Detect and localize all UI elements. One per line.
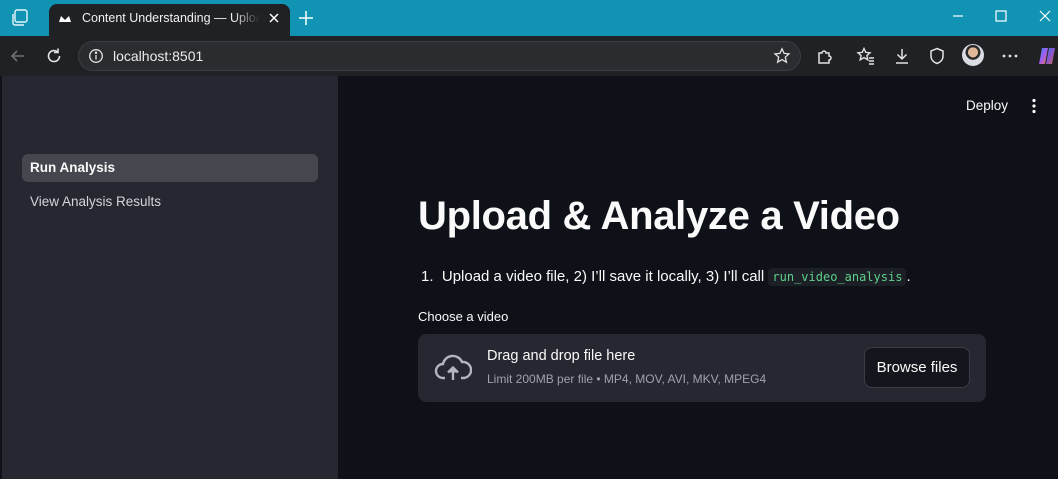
profile-avatar[interactable]	[962, 44, 984, 66]
close-tab-icon[interactable]	[266, 10, 282, 26]
tab-title: Content Understanding — Upload & Analyze…	[82, 11, 260, 25]
uploader-label: Choose a video	[418, 309, 509, 324]
browser-tab[interactable]: Content Understanding — Upload & Analyze…	[49, 4, 290, 36]
reload-icon[interactable]	[44, 46, 64, 66]
maximize-icon[interactable]	[993, 8, 1009, 24]
list-number: 1.	[421, 268, 434, 285]
minimize-icon[interactable]	[950, 8, 966, 24]
page-title: Upload & Analyze a Video	[418, 194, 900, 238]
address-text[interactable]: localhost:8501	[113, 48, 203, 64]
sidebar-item-run-analysis[interactable]: Run Analysis	[22, 154, 318, 182]
list-suffix: .	[906, 268, 911, 285]
address-bar[interactable]: localhost:8501	[78, 41, 801, 71]
browse-files-button[interactable]: Browse files	[864, 347, 970, 388]
extensions-icon[interactable]	[815, 46, 835, 66]
workspaces-icon[interactable]	[10, 8, 32, 28]
more-icon[interactable]	[1000, 46, 1020, 66]
kebab-menu-icon[interactable]	[1028, 98, 1040, 114]
browser-essentials-icon[interactable]	[927, 46, 947, 66]
browser-toolbar: localhost:8501	[0, 36, 1058, 76]
streamlit-favicon-icon	[59, 16, 71, 22]
site-info-icon[interactable]	[88, 48, 104, 64]
downloads-icon[interactable]	[892, 46, 912, 66]
deploy-button[interactable]: Deploy	[966, 98, 1008, 113]
sidebar: Run Analysis View Analysis Results	[2, 76, 338, 479]
instruction-list-item: 1. Upload a video file, 2) I’ll save it …	[421, 268, 911, 286]
new-tab-icon[interactable]	[297, 9, 315, 27]
close-window-icon[interactable]	[1037, 8, 1053, 24]
inline-code: run_video_analysis	[768, 268, 907, 286]
file-dropzone[interactable]: Drag and drop file here Limit 200MB per …	[418, 334, 986, 402]
copilot-icon[interactable]	[1036, 45, 1058, 67]
dropzone-subtitle: Limit 200MB per file • MP4, MOV, AVI, MK…	[487, 372, 767, 386]
back-icon[interactable]	[8, 46, 28, 66]
list-text: Upload a video file, 2) I’ll save it loc…	[441, 268, 765, 285]
browser-titlebar: Content Understanding — Upload & Analyze…	[0, 0, 1058, 36]
favorite-star-icon[interactable]	[773, 47, 791, 65]
favorites-icon[interactable]	[856, 46, 876, 66]
dropzone-title: Drag and drop file here	[487, 348, 636, 364]
upload-cloud-icon	[434, 354, 472, 380]
sidebar-item-view-analysis-results[interactable]: View Analysis Results	[22, 188, 318, 216]
